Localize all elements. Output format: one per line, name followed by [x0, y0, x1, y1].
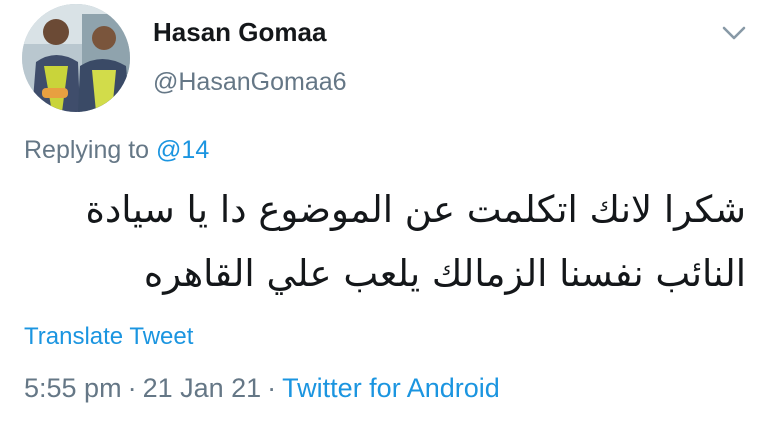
- replying-to: Replying to @14: [24, 136, 209, 165]
- tweet-text-line: شكرا لانك اتكلمت عن الموضوع دا يا سيادة: [85, 188, 746, 231]
- author-display-name[interactable]: Hasan Gomaa: [153, 17, 326, 48]
- tweet-time: 5:55 pm: [24, 373, 122, 403]
- tweet-text-line: النائب نفسنا الزمالك يلعب علي القاهره: [143, 252, 746, 295]
- author-handle[interactable]: @HasanGomaa6: [153, 68, 347, 97]
- tweet-text: شكرا لانك اتكلمت عن الموضوع دا يا سيادة …: [60, 178, 746, 306]
- tweet-metadata: 5:55 pm · 21 Jan 21 · Twitter for Android: [24, 373, 500, 404]
- tweet-source-link[interactable]: Twitter for Android: [282, 373, 500, 403]
- chevron-down-icon[interactable]: [720, 22, 748, 44]
- reply-mention-link[interactable]: @14: [156, 136, 209, 164]
- avatar[interactable]: [22, 4, 130, 112]
- replying-to-label: Replying to: [24, 136, 150, 164]
- meta-separator: ·: [127, 373, 137, 403]
- avatar-photo: [22, 4, 130, 112]
- tweet-date: 21 Jan 21: [142, 373, 262, 403]
- meta-separator: ·: [267, 373, 277, 403]
- translate-tweet-link[interactable]: Translate Tweet: [24, 323, 193, 351]
